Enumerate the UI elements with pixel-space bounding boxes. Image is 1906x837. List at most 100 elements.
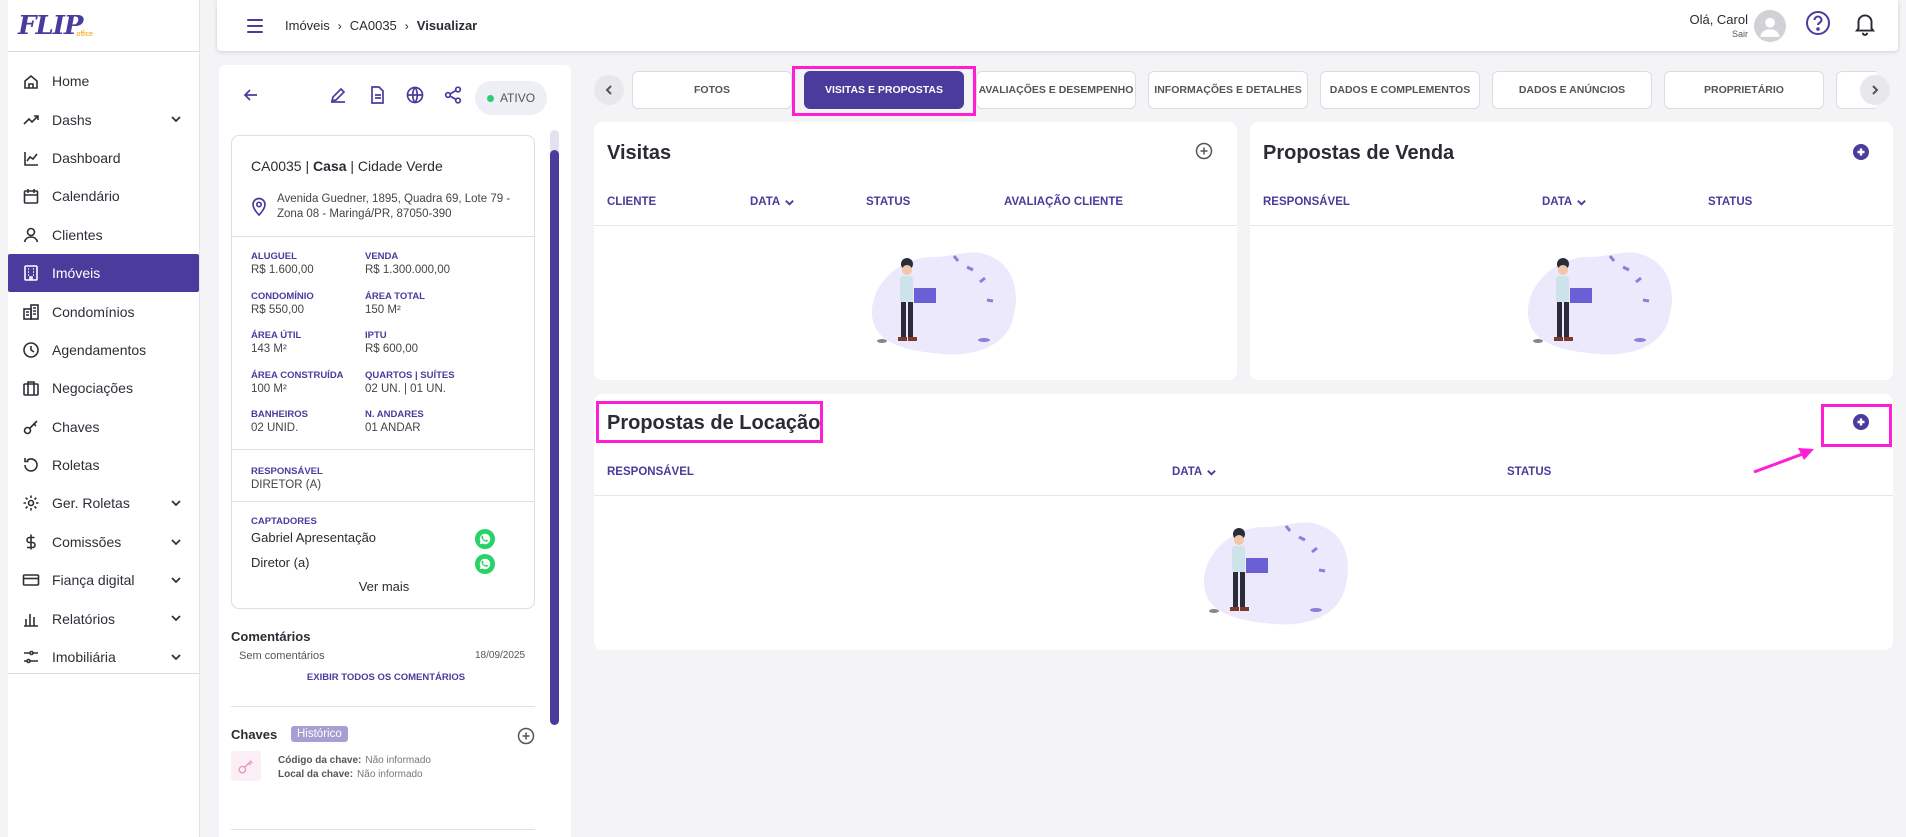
visitas-card: Visitas CLIENTE DATA STATUS AVALIAÇÃO CL…	[594, 122, 1237, 380]
location-pin-icon	[250, 196, 268, 221]
add-key-button[interactable]	[517, 727, 535, 750]
tab-informacoes[interactable]: INFORMAÇÕES E DETALHES	[1148, 71, 1308, 109]
col-responsavel[interactable]: RESPONSÁVEL	[607, 466, 694, 478]
sidebar-item-label: Calendário	[52, 188, 120, 205]
sidebar-item-fiança-digital[interactable]: Fiança digital	[8, 561, 199, 599]
sidebar-item-chaves[interactable]: Chaves	[8, 408, 199, 446]
ver-mais-link[interactable]: Ver mais	[232, 579, 536, 594]
sidebar-item-label: Dashboard	[52, 149, 121, 166]
chevron-down-icon	[169, 611, 183, 628]
sidebar-item-imóveis[interactable]: Imóveis	[8, 253, 199, 293]
tab-dados-complementos[interactable]: DADOS E COMPLEMENTOS	[1320, 71, 1480, 109]
tab-dados-anuncios[interactable]: DADOS E ANÚNCIOS	[1492, 71, 1652, 109]
sidebar-item-ger-roletas[interactable]: Ger. Roletas	[8, 484, 199, 522]
sidebar-item-roletas[interactable]: Roletas	[8, 446, 199, 484]
document-icon[interactable]	[367, 85, 387, 110]
attribute-label: IPTU	[365, 330, 387, 341]
logout-link[interactable]: Sair	[1689, 29, 1748, 39]
add-visita-button[interactable]	[1195, 142, 1213, 165]
sidebar-item-imobiliária[interactable]: Imobiliária	[8, 638, 199, 676]
whatsapp-icon[interactable]	[475, 554, 495, 574]
chevron-down-icon	[1207, 469, 1217, 476]
sidebar-item-negociações[interactable]: Negociações	[8, 369, 199, 407]
attribute-value: 02 UN. | 01 UN.	[365, 382, 446, 395]
attribute-label: N. Andares	[365, 409, 424, 420]
property-title: CA0035 | Casa | Cidade Verde	[251, 158, 443, 174]
show-all-comments-link[interactable]: EXIBIR TODOS OS COMENTÁRIOS	[219, 672, 553, 683]
breadcrumb-item-imoveis[interactable]: Imóveis	[285, 18, 330, 33]
sidebar: FLIP office Home Dashs Dashboard Calendário…	[8, 0, 200, 837]
attribute-value: 02 UNID.	[251, 422, 299, 434]
key-icon	[22, 418, 40, 436]
chevron-down-icon	[1577, 199, 1587, 206]
sidebar-item-condomínios[interactable]: Condomínios	[8, 292, 199, 330]
keys-title: Chaves	[231, 727, 278, 742]
panel-scrollbar[interactable]	[550, 130, 559, 725]
attribute-value: R$ 550,00	[251, 303, 305, 316]
bar-chart-icon	[22, 610, 40, 628]
sidebar-item-agendamentos[interactable]: Agendamentos	[8, 331, 199, 369]
avatar[interactable]	[1754, 9, 1786, 42]
annotation-highlight-add	[1821, 404, 1892, 447]
col-responsavel[interactable]: RESPONSÁVEL	[1263, 196, 1350, 208]
col-data[interactable]: DATA	[1542, 196, 1587, 208]
empty-state-illustration	[852, 242, 1020, 372]
logo[interactable]: FLIP office	[8, 0, 199, 52]
attribute-label: Quartos | Suítes	[365, 369, 455, 381]
comments-date: 18/09/2025	[475, 650, 526, 661]
col-data[interactable]: DATA	[750, 196, 795, 208]
attribute-value: 143 M²	[251, 343, 287, 355]
tab-scroll-right-button[interactable]	[1860, 75, 1890, 105]
attribute-item: Área total 150 M²	[365, 291, 495, 316]
tab-avaliacoes[interactable]: AVALIAÇÕES E DESEMPENHO	[976, 71, 1136, 109]
top-header: Imóveis › CA0035 › Visualizar Olá, Carol…	[217, 0, 1898, 51]
tab-fotos[interactable]: FOTOS	[632, 71, 792, 109]
key-code-line: Código da chave: Não informado	[278, 755, 431, 766]
breadcrumb-item-code[interactable]: CA0035	[350, 18, 397, 33]
bell-icon[interactable]	[1852, 10, 1878, 41]
user-area: Olá, Carol Sair	[1689, 0, 1878, 51]
menu-toggle-button[interactable]	[247, 18, 263, 33]
globe-icon[interactable]	[405, 85, 425, 110]
col-status[interactable]: STATUS	[1708, 196, 1752, 208]
sidebar-item-label: Clientes	[52, 226, 103, 243]
attribute-label: Área construída	[251, 369, 344, 381]
attribute-item: N. Andares 01 ANDAR	[365, 409, 495, 434]
col-status[interactable]: STATUS	[866, 196, 910, 208]
tab-proprietario[interactable]: PROPRIETÁRIO	[1664, 71, 1824, 109]
attribute-item: Banheiros 02 UNID.	[251, 409, 381, 434]
tab-scroll-left-button[interactable]	[594, 75, 624, 105]
settings-icon	[22, 648, 40, 666]
sidebar-item-dashboard[interactable]: Dashboard	[8, 139, 199, 177]
attribute-label: Aluguel	[251, 251, 297, 262]
attribute-value: R$ 600,00	[365, 343, 419, 355]
attribute-item: IPTU R$ 600,00	[365, 330, 495, 355]
sidebar-item-dashs[interactable]: Dashs	[8, 100, 199, 138]
col-cliente[interactable]: CLIENTE	[607, 196, 656, 208]
col-data[interactable]: DATA	[1172, 466, 1217, 478]
chevron-down-icon	[169, 535, 183, 552]
col-avaliacao-cliente[interactable]: AVALIAÇÃO CLIENTE	[1004, 196, 1123, 208]
help-icon[interactable]	[1804, 9, 1832, 42]
add-proposta-venda-button[interactable]	[1853, 144, 1869, 160]
annotation-highlight-tab	[792, 66, 976, 116]
history-badge[interactable]: Histórico	[291, 726, 348, 742]
sidebar-item-home[interactable]: Home	[8, 62, 199, 100]
attribute-label: Área total	[365, 290, 425, 302]
sidebar-item-calendário[interactable]: Calendário	[8, 177, 199, 215]
sidebar-item-label: Fiança digital	[52, 572, 135, 589]
building-icon	[22, 264, 40, 282]
whatsapp-icon[interactable]	[475, 529, 495, 549]
sidebar-item-relatórios[interactable]: Relatórios	[8, 599, 199, 637]
trend-icon	[22, 111, 40, 129]
status-badge: ATIVO	[475, 81, 547, 115]
sidebar-item-clientes[interactable]: Clientes	[8, 216, 199, 254]
share-icon[interactable]	[443, 85, 463, 110]
logo-subtext: office	[76, 31, 94, 38]
sidebar-item-comissões[interactable]: Comissões	[8, 523, 199, 561]
back-arrow-icon[interactable]	[241, 85, 261, 110]
captadores-label: CAPTADORES	[251, 516, 317, 527]
col-status[interactable]: STATUS	[1507, 466, 1551, 478]
edit-icon[interactable]	[328, 85, 348, 110]
sidebar-item-label: Agendamentos	[52, 341, 147, 358]
